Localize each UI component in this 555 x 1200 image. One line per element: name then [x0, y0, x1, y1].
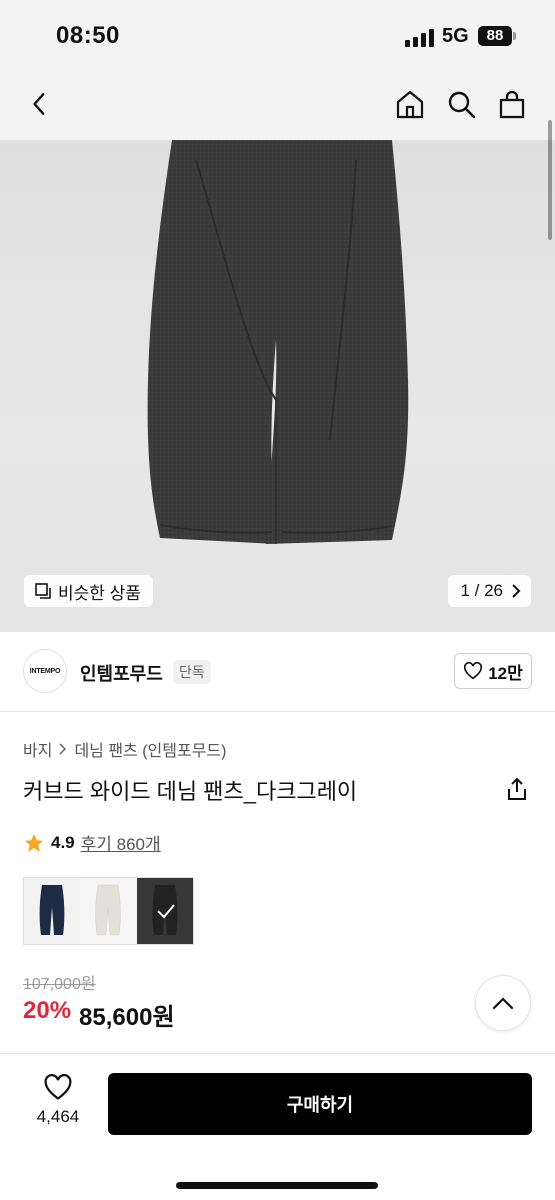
chevron-right-icon	[59, 743, 67, 755]
brand-logo[interactable]: INTEMPO	[23, 649, 67, 693]
home-indicator	[176, 1182, 378, 1189]
product-title: 커브드 와이드 데님 팬츠_다크그레이	[23, 779, 358, 804]
page-indicator: 1 / 26	[460, 581, 503, 600]
color-swatches	[23, 877, 194, 945]
signal-icon	[405, 29, 435, 47]
cart-button[interactable]	[492, 84, 532, 124]
search-button[interactable]	[441, 84, 481, 124]
bottom-action-bar: 4,464 구매하기	[0, 1053, 555, 1200]
home-icon	[396, 90, 424, 119]
brand-name[interactable]: 인템포무드	[80, 660, 163, 686]
exclusive-badge: 단독	[173, 660, 211, 684]
share-icon	[508, 777, 526, 800]
breadcrumb-subcategory[interactable]: 데님 팬츠 (인템포무드)	[74, 737, 226, 761]
discount-rate: 20%	[23, 997, 72, 1024]
buy-button[interactable]: 구매하기	[108, 1073, 532, 1135]
heart-icon	[464, 662, 483, 680]
swatch-navy[interactable]	[24, 878, 81, 944]
chevron-right-icon	[512, 584, 521, 598]
review-link[interactable]: 후기 860개	[81, 830, 161, 855]
network-type: 5G	[442, 25, 469, 47]
back-button[interactable]	[20, 84, 60, 124]
scrollbar[interactable]	[548, 120, 552, 240]
price-row: 20% 85,600원	[23, 997, 175, 1032]
brand-row: INTEMPO 인템포무드 단독 12만	[0, 632, 555, 712]
product-image-gallery[interactable]: 비슷한 상품 1 / 26	[0, 140, 555, 632]
check-icon	[156, 904, 175, 919]
battery-cap	[513, 32, 516, 40]
search-icon	[448, 91, 476, 119]
similar-products-label: 비슷한 상품	[58, 583, 141, 603]
battery-icon: 88	[478, 26, 512, 46]
brand-like-count: 12만	[488, 663, 523, 683]
rating-value: 4.9	[51, 832, 75, 852]
gallery-page-button[interactable]: 1 / 26	[448, 575, 531, 607]
swatch-darkgray[interactable]	[136, 878, 194, 944]
chevron-up-icon	[492, 997, 514, 1010]
sale-price: 85,600원	[79, 1004, 175, 1031]
copy-icon	[35, 583, 51, 599]
wishlist-count: 4,464	[36, 1107, 80, 1126]
top-nav	[0, 72, 555, 140]
product-image	[147, 140, 409, 544]
scroll-to-top-button[interactable]	[475, 975, 531, 1031]
pants-thumbnail	[95, 884, 122, 936]
shopping-bag-icon	[499, 90, 525, 119]
status-bar: 08:50 5G 88	[0, 0, 555, 72]
breadcrumb: 바지 데님 팬츠 (인템포무드)	[23, 737, 226, 761]
heart-icon	[44, 1074, 72, 1100]
chevron-left-icon	[33, 93, 45, 115]
wishlist-button[interactable]: 4,464	[28, 1074, 88, 1127]
brand-like-button[interactable]: 12만	[454, 653, 532, 689]
similar-products-button[interactable]: 비슷한 상품	[24, 575, 153, 607]
swatch-ivory[interactable]	[80, 878, 137, 944]
status-time: 08:50	[56, 22, 120, 49]
share-button[interactable]	[504, 776, 532, 804]
star-icon	[24, 833, 44, 852]
rating: 4.9 후기 860개	[23, 830, 161, 855]
home-button[interactable]	[390, 84, 430, 124]
original-price: 107,000원	[23, 976, 96, 993]
pants-thumbnail	[39, 885, 65, 935]
breadcrumb-category[interactable]: 바지	[23, 737, 52, 761]
